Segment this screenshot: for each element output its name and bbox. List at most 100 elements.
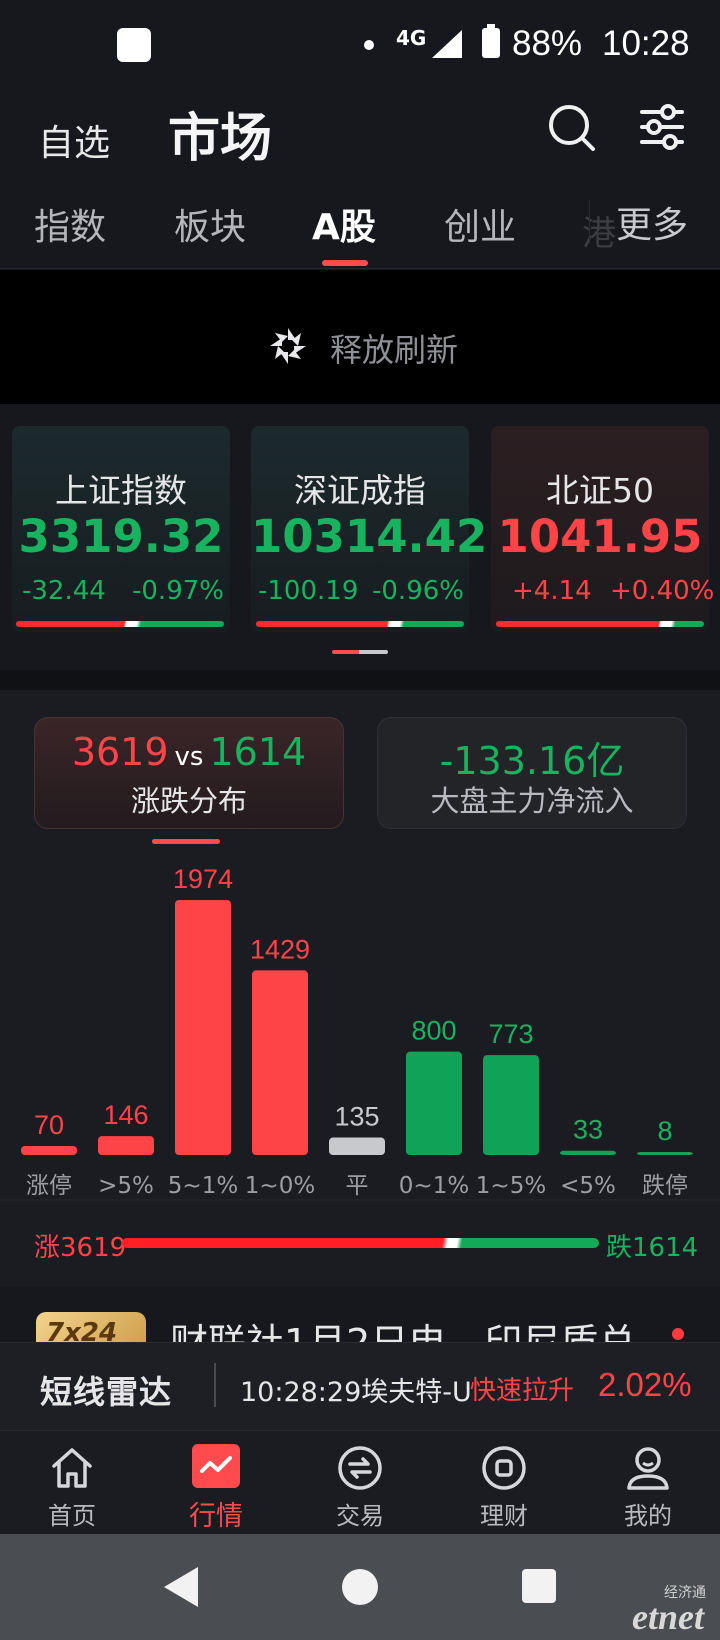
chart-bar-3 (252, 970, 308, 1155)
chart-category-label: >5% (98, 1173, 154, 1199)
battery-icon (482, 28, 500, 58)
nav-market[interactable]: 行情 (144, 1440, 288, 1532)
tab-chinext[interactable]: 创业 (444, 198, 516, 250)
chart-category-label: 5~1% (168, 1173, 238, 1199)
page-title: 市场 (168, 109, 273, 169)
index-change: -100.19 (258, 576, 359, 606)
loading-spinner-icon (270, 328, 306, 364)
active-panel-indicator (152, 839, 220, 844)
notification-dot-icon (364, 40, 374, 50)
chart-category-label: 1~5% (476, 1173, 546, 1199)
chart-category-label: 涨停 (26, 1173, 72, 1199)
back-icon[interactable] (164, 1567, 198, 1607)
chart-category-label: <5% (560, 1173, 616, 1199)
radar-signal-type: 快速拉升 (470, 1376, 575, 1406)
chart-bar-5 (406, 1051, 462, 1155)
chart-value-label: 135 (334, 1102, 379, 1132)
index-name: 深证成指 (294, 471, 426, 510)
chart-value-label: 800 (411, 1016, 456, 1046)
tab-index[interactable]: 指数 (34, 198, 106, 250)
nav-label: 交易 (336, 1502, 384, 1530)
chart-bar-7 (560, 1150, 616, 1155)
fund-flow-label: 大盘主力净流入 (430, 784, 634, 818)
chart-value-label: 1429 (250, 934, 310, 964)
tab-sector[interactable]: 板块 (174, 198, 246, 250)
nav-label: 我的 (624, 1502, 672, 1530)
nav-label: 理财 (480, 1502, 528, 1530)
breadth-counts: 3619 vs 1614 (34, 730, 344, 774)
home-icon (52, 1448, 92, 1488)
chart-value-label: 146 (103, 1100, 148, 1130)
chart-bar-4 (329, 1137, 385, 1155)
index-change-pct: -0.96% (372, 576, 464, 606)
down-count: 1614 (209, 730, 307, 774)
chart-bar-2 (175, 900, 231, 1155)
app-notification-icon (117, 28, 151, 62)
nav-wealth[interactable]: 理财 (432, 1440, 576, 1530)
chart-value-label: 773 (488, 1019, 533, 1049)
refresh-hint: 释放刷新 (330, 331, 459, 369)
divider (0, 268, 720, 269)
home-button-icon[interactable] (342, 1569, 378, 1605)
chart-bar-6 (483, 1055, 539, 1155)
fund-flow-value: -133.16亿 (439, 739, 625, 783)
signal-icon (432, 30, 462, 58)
market-icon (192, 1444, 240, 1488)
chart-category-label: 0~1% (399, 1173, 469, 1199)
up-count: 3619 (71, 730, 169, 774)
index-change-pct: -0.97% (132, 576, 224, 606)
trade-icon (338, 1446, 382, 1490)
settings-sliders-icon[interactable] (640, 104, 684, 150)
radar-change-pct: 2.02% (598, 1366, 692, 1403)
chart-category-label: 跌停 (642, 1173, 688, 1199)
index-change: -32.44 (22, 576, 106, 606)
index-value: 10314.42 (251, 510, 488, 563)
active-tab-indicator (322, 260, 368, 266)
profile-icon (627, 1447, 669, 1490)
tab-a-share[interactable]: A股 (312, 198, 376, 250)
tab-divider (589, 200, 590, 244)
index-value: 1041.95 (497, 510, 703, 563)
nav-profile[interactable]: 我的 (576, 1440, 720, 1530)
search-icon[interactable] (548, 104, 596, 152)
breadth-bar-chart: 70 涨停 146 >5% 1974 5~1% 1429 1~0% 135 平 800 0~1% 773… (0, 864, 720, 1201)
breadth-label: 涨跌分布 (130, 784, 247, 818)
watermark-logo: etnet (632, 1597, 704, 1637)
ratio-up-label: 涨3619 (34, 1233, 127, 1263)
section-gap (0, 670, 720, 690)
up-down-ratio-bar (122, 1238, 599, 1248)
battery-percent: 88% (512, 24, 583, 63)
nav-label: 行情 (189, 1501, 243, 1532)
tab-more[interactable]: 更多 (616, 196, 688, 248)
index-value: 3319.32 (18, 510, 224, 563)
chart-bar-0 (21, 1145, 77, 1155)
chart-value-label: 1974 (173, 864, 233, 894)
index-breadth-bar (496, 621, 704, 627)
chart-bar-1 (98, 1136, 154, 1155)
tab-overflow-fade: 港 (582, 214, 616, 254)
chart-category-label: 平 (346, 1173, 369, 1199)
chart-bar-8 (637, 1152, 693, 1155)
nav-home[interactable]: 首页 (0, 1440, 144, 1530)
chart-value-label: 8 (657, 1116, 672, 1146)
radar-separator (214, 1363, 216, 1407)
radar-title: 短线雷达 (40, 1373, 173, 1411)
radar-time-stock: 10:28:29埃夫特-U (240, 1377, 472, 1408)
index-change-pct: +0.40% (610, 576, 715, 606)
clock: 10:28 (602, 24, 690, 63)
carousel-pager (332, 650, 388, 654)
vs-label: vs (174, 742, 204, 772)
index-change: +4.14 (512, 576, 592, 606)
recent-apps-icon[interactable] (522, 1569, 556, 1603)
chart-value-label: 33 (573, 1115, 603, 1145)
self-select-link[interactable]: 自选 (38, 114, 110, 166)
ratio-down-label: 跌1614 (606, 1233, 699, 1263)
index-name: 上证指数 (55, 471, 187, 510)
index-breadth-bar (16, 621, 224, 627)
chart-category-label: 1~0% (245, 1173, 315, 1199)
nav-trade[interactable]: 交易 (288, 1440, 432, 1530)
chart-value-label: 70 (34, 1110, 64, 1140)
unread-dot (672, 1328, 684, 1340)
index-name: 北证50 (546, 471, 654, 510)
index-breadth-bar (256, 621, 464, 627)
